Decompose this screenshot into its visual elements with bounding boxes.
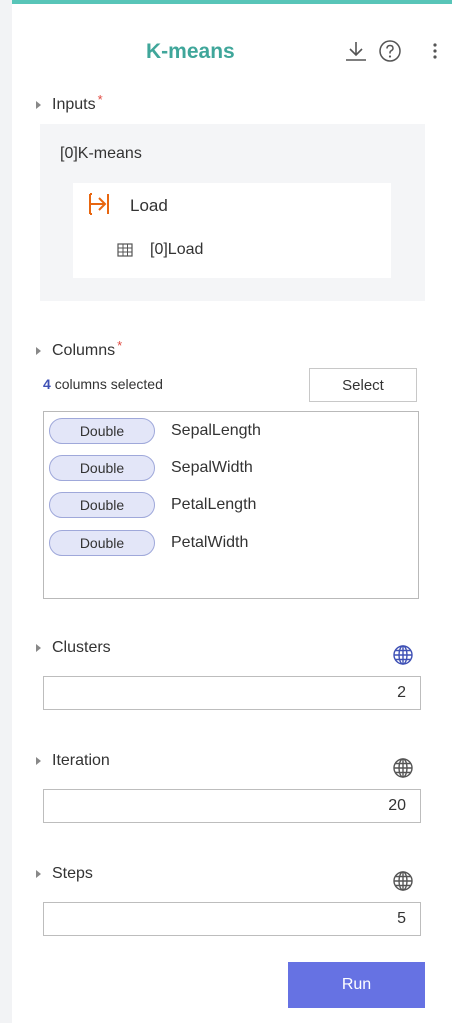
- table-icon: [117, 243, 133, 257]
- steps-label: Steps: [52, 865, 93, 882]
- column-type-pill[interactable]: Double: [49, 492, 155, 518]
- inputs-section-toggle[interactable]: Inputs *: [36, 92, 103, 114]
- load-source-label: Load: [130, 196, 168, 215]
- panel-title: K-means: [146, 40, 235, 63]
- list-item: Double PetalLength: [49, 490, 256, 520]
- help-icon[interactable]: [377, 38, 403, 64]
- list-item: Double SepalWidth: [49, 453, 253, 483]
- load-arrow-icon: [88, 191, 114, 217]
- column-type-pill[interactable]: Double: [49, 530, 155, 556]
- caret-right-icon: [36, 101, 41, 109]
- clusters-input[interactable]: 2: [43, 676, 421, 710]
- steps-input[interactable]: 5: [43, 902, 421, 936]
- column-name: SepalWidth: [171, 459, 253, 476]
- column-name: PetalLength: [171, 496, 257, 513]
- inputs-label: Inputs: [52, 96, 96, 113]
- selected-count-number: 4: [43, 376, 51, 392]
- column-name: SepalLength: [171, 422, 261, 439]
- clusters-label: Clusters: [52, 639, 111, 656]
- globe-icon[interactable]: [392, 870, 414, 892]
- list-item: Double SepalLength: [49, 416, 261, 446]
- column-type-pill[interactable]: Double: [49, 455, 155, 481]
- load-source-card[interactable]: Load [0]Load: [73, 183, 391, 278]
- globe-icon[interactable]: [392, 644, 414, 666]
- selected-columns-list: Double SepalLength Double SepalWidth Dou…: [43, 411, 419, 599]
- inputs-box: [0]K-means Load [0]Load: [40, 124, 425, 301]
- clusters-section-toggle[interactable]: Clusters: [36, 639, 111, 657]
- caret-right-icon: [36, 757, 41, 765]
- select-columns-button[interactable]: Select: [309, 368, 417, 402]
- column-name: PetalWidth: [171, 534, 249, 551]
- caret-right-icon: [36, 870, 41, 878]
- panel-header: K-means: [12, 4, 452, 84]
- input-name: [0]K-means: [60, 145, 142, 162]
- globe-icon[interactable]: [392, 757, 414, 779]
- run-button[interactable]: Run: [288, 962, 425, 1008]
- columns-selected-count: 4 columns selected: [43, 376, 163, 392]
- load-output-label: [0]Load: [150, 241, 204, 258]
- columns-label: Columns: [52, 342, 116, 359]
- iteration-input[interactable]: 20: [43, 789, 421, 823]
- list-item: Double PetalWidth: [49, 528, 248, 558]
- caret-right-icon: [36, 347, 41, 355]
- required-mark: *: [117, 337, 123, 353]
- caret-right-icon: [36, 644, 41, 652]
- selected-count-text: columns selected: [54, 376, 163, 392]
- column-type-pill[interactable]: Double: [49, 418, 155, 444]
- columns-section-toggle[interactable]: Columns *: [36, 338, 122, 360]
- required-mark: *: [97, 91, 103, 107]
- kmeans-properties-panel: K-means Inputs * [0]K-means Load [0]Load: [12, 0, 452, 1023]
- iteration-section-toggle[interactable]: Iteration: [36, 752, 110, 770]
- download-icon[interactable]: [343, 38, 369, 64]
- iteration-label: Iteration: [52, 752, 110, 769]
- steps-section-toggle[interactable]: Steps: [36, 865, 93, 883]
- more-vertical-icon[interactable]: [425, 38, 445, 64]
